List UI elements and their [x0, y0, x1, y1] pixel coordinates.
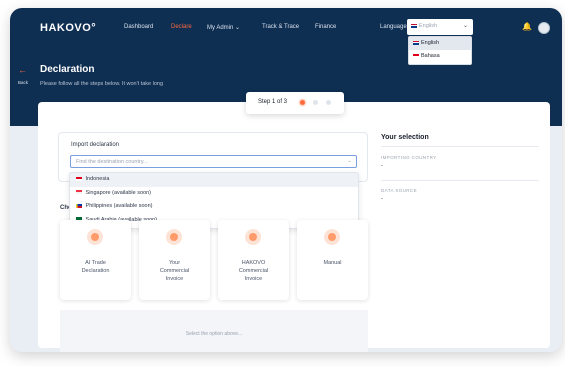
option-ai-trade-declaration[interactable]: AI Trade Declaration	[60, 220, 131, 300]
nav-dashboard[interactable]: Dashboard	[124, 24, 153, 30]
import-label: Import declaration	[71, 142, 120, 148]
language-option-label: Bahasa	[421, 53, 440, 59]
singapore-flag-icon	[76, 190, 82, 195]
step-dot-1	[300, 100, 305, 105]
divider	[381, 146, 539, 147]
chevron-down-icon: ⌄	[347, 158, 352, 164]
divider	[381, 180, 539, 181]
option-label: AI Trade Declaration	[81, 260, 110, 274]
option-label: Manual	[323, 260, 342, 266]
country-option-singapore[interactable]: Singapore (available soon)	[70, 187, 358, 201]
philippines-flag-icon	[76, 203, 82, 208]
step-indicator: Step 1 of 3	[246, 92, 344, 114]
uk-flag-icon	[411, 23, 417, 28]
country-label: Philippines (available soon)	[85, 203, 153, 209]
option-hakovo-commercial-invoice[interactable]: HAKOVO Commercial Invoice	[218, 220, 289, 300]
option-label: HAKOVO Commercial Invoice	[238, 260, 269, 282]
placeholder-text: Select the option above...	[185, 331, 243, 337]
country-label: Indonesia	[85, 176, 110, 182]
back-label[interactable]: Back	[18, 80, 28, 85]
option-label: Your Commercial Invoice	[159, 260, 190, 282]
country-search-input[interactable]: Find the destination country... ⌄	[70, 155, 357, 168]
option-content-placeholder: Select the option above...	[60, 310, 368, 352]
page-subtitle: Please follow all the steps below. It wo…	[40, 81, 164, 87]
document-icon	[166, 229, 182, 245]
language-option-label: English	[421, 40, 440, 46]
importing-country-value: -	[381, 163, 383, 169]
avatar[interactable]	[538, 22, 550, 34]
language-value: English	[419, 23, 438, 29]
step-label: Step 1 of 3	[258, 99, 288, 105]
app-window: HAKOVO° Dashboard Declare My Admin ⌄ Tra…	[10, 8, 562, 352]
data-source-label: DATA SOURCE	[381, 188, 417, 193]
step-dot-2	[313, 100, 318, 105]
language-menu: English Bahasa	[408, 36, 472, 65]
language-label: Language	[380, 24, 407, 30]
indonesia-flag-icon	[76, 176, 82, 181]
country-label: Singapore (available soon)	[85, 189, 151, 196]
country-option-indonesia[interactable]: Indonesia	[70, 173, 358, 187]
nav-declare[interactable]: Declare	[171, 24, 192, 30]
country-option-philippines[interactable]: Philippines (available soon)	[70, 200, 358, 214]
data-source-value: -	[381, 196, 383, 202]
logo: HAKOVO°	[40, 22, 97, 34]
indonesia-flag-icon	[413, 53, 419, 58]
option-your-commercial-invoice[interactable]: Your Commercial Invoice	[139, 220, 210, 300]
language-option-english[interactable]: English	[409, 37, 471, 50]
selection-title: Your selection	[381, 134, 429, 141]
nav-track-trace[interactable]: Track & Trace	[262, 24, 299, 30]
uk-flag-icon	[413, 40, 419, 45]
page-title: Declaration	[40, 64, 95, 75]
upload-icon	[87, 229, 103, 245]
language-option-bahasa[interactable]: Bahasa	[409, 50, 471, 63]
nav-finance[interactable]: Finance	[315, 24, 336, 30]
pencil-icon	[324, 229, 340, 245]
step-dot-3	[326, 100, 331, 105]
invoice-icon	[245, 229, 261, 245]
nav-my-admin[interactable]: My Admin ⌄	[207, 24, 240, 31]
chevron-down-icon: ⌄	[462, 23, 468, 29]
language-select[interactable]: English ⌄	[407, 19, 473, 35]
bell-icon[interactable]: 🔔	[522, 22, 532, 32]
back-arrow-icon[interactable]: ←	[18, 65, 27, 75]
option-manual[interactable]: Manual	[297, 220, 368, 300]
importing-country-label: IMPORTING COUNTRY	[381, 155, 437, 160]
search-placeholder: Find the destination country...	[76, 159, 148, 165]
